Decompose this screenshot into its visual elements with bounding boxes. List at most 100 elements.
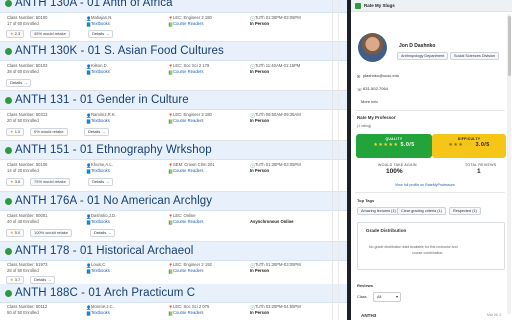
star-icon: ★ bbox=[10, 230, 14, 235]
location-icon: 📍 bbox=[168, 262, 174, 268]
class-number: Class Number: 50103 bbox=[7, 63, 48, 68]
course-header[interactable]: ANTH 151 - 01 Ethnography Wrkshop bbox=[0, 141, 347, 160]
details-button[interactable]: Details → bbox=[88, 30, 114, 38]
course-details: Class Number: 50001 40 of 40 Enrolled 👤D… bbox=[0, 211, 347, 242]
location-icon: 📍 bbox=[168, 112, 174, 118]
location: LEC: Online bbox=[173, 213, 196, 218]
details-button[interactable]: Details → bbox=[6, 79, 32, 87]
course-header[interactable]: ANTH 188C - 01 Arch Practicum C bbox=[0, 284, 347, 303]
instructor-name[interactable]: Mahajan,N. bbox=[91, 15, 112, 20]
rating-badge[interactable]: ★ 3.7 bbox=[6, 276, 25, 284]
course-title[interactable]: ANTH 130K - 01 S. Asian Food Cultures bbox=[15, 45, 224, 57]
person-icon: 👤 bbox=[86, 262, 92, 268]
course-header[interactable]: ANTH 178 - 01 Historical Archaeol bbox=[0, 242, 347, 261]
schedule: TuTh 09:50AM-09:35AM bbox=[255, 112, 301, 117]
instructor-name[interactable]: Khume,A.L. bbox=[91, 162, 113, 167]
course-title[interactable]: ANTH 151 - 01 Ethnography Wrkshop bbox=[15, 144, 212, 156]
instructor-name[interactable]: Ramirez,R.K. bbox=[91, 112, 116, 117]
rmp-profile-link[interactable]: View full profile on RateMyProfessors bbox=[395, 183, 455, 188]
enrollment-count: 38 of 50 Enrolled bbox=[7, 69, 39, 74]
open-status-icon bbox=[5, 289, 12, 297]
open-status-icon bbox=[5, 146, 12, 154]
reviews-title: Reviews bbox=[357, 283, 374, 288]
tag-chip: Respected (1) bbox=[449, 207, 481, 215]
location: LEC: Engineer 2 192 bbox=[173, 262, 212, 267]
course-title[interactable]: ANTH 130A - 01 Anth of Africa bbox=[15, 0, 173, 9]
star-icon: ★ bbox=[10, 277, 14, 282]
textbooks-link[interactable]: Textbooks bbox=[91, 310, 110, 315]
class-number: Class Number: 50100 bbox=[7, 15, 48, 20]
open-status-icon bbox=[5, 96, 12, 104]
mail-icon: ✉ bbox=[357, 73, 361, 79]
app-logo-icon bbox=[355, 2, 361, 9]
instruction-mode: In Person bbox=[250, 168, 270, 173]
arrow-right-icon: → bbox=[23, 80, 28, 85]
textbooks-link[interactable]: Textbooks bbox=[91, 268, 110, 273]
class-number: Class Number: 50313 bbox=[7, 112, 48, 117]
course-header[interactable]: ANTH 176A - 01 No American Archlgy bbox=[0, 192, 347, 211]
course-title[interactable]: ANTH 178 - 01 Historical Archaeol bbox=[15, 245, 193, 257]
details-button[interactable]: Details → bbox=[88, 178, 114, 186]
clock-icon: 🕑 bbox=[250, 262, 256, 268]
book-icon: 📘 bbox=[86, 69, 92, 75]
textbooks-link[interactable]: Textbooks bbox=[91, 118, 110, 123]
course-header[interactable]: ANTH 131 - 01 Gender in Culture bbox=[0, 91, 347, 110]
rating-badge[interactable]: ★ 2.3 bbox=[6, 30, 25, 38]
clock-icon: 🕑 bbox=[250, 112, 256, 118]
instructor-name[interactable]: Kilson,D. bbox=[91, 63, 108, 68]
schedule: TuTh 11:40AM-01:15PM bbox=[255, 63, 301, 68]
location-icon: 📍 bbox=[168, 15, 174, 21]
open-status-icon bbox=[5, 47, 12, 55]
details-button[interactable]: Details → bbox=[84, 128, 110, 136]
course-header[interactable]: ANTH 130K - 01 S. Asian Food Cultures bbox=[0, 42, 347, 61]
panel-header: Rate My Slugs bbox=[351, 0, 512, 12]
difficulty-label: DIFFICULTY bbox=[457, 137, 481, 141]
instructor-name[interactable]: Dashnko,J.D. bbox=[91, 213, 116, 218]
location: LEC: Soc Sci 2 075 bbox=[173, 304, 210, 309]
course-details: Class Number: 50313 20 of 50 Enrolled 👤R… bbox=[0, 110, 347, 141]
textbooks-link[interactable]: Textbooks bbox=[91, 21, 110, 26]
class-number: Class Number: 50001 bbox=[7, 213, 48, 218]
divider bbox=[355, 192, 505, 193]
professor-email[interactable]: jdashnko@ucsc.edu bbox=[363, 73, 399, 78]
details-button[interactable]: Details → bbox=[90, 229, 116, 237]
panel-scrollbar[interactable] bbox=[507, 14, 511, 314]
textbooks-link[interactable]: Textbooks bbox=[91, 69, 110, 74]
textbooks-link[interactable]: Textbooks bbox=[91, 219, 110, 224]
scrollbar-thumb[interactable] bbox=[507, 16, 511, 76]
course-readers-link[interactable]: Course Readers bbox=[173, 69, 204, 74]
open-status-icon bbox=[5, 0, 12, 7]
class-filter-select[interactable]: All ▾ bbox=[373, 292, 401, 302]
instructor-name[interactable]: Louis,C. bbox=[91, 262, 106, 267]
person-icon: 👤 bbox=[86, 63, 92, 69]
location: LEC: Engineer 2 180 bbox=[173, 112, 212, 117]
course-title[interactable]: ANTH 188C - 01 Arch Practicum C bbox=[15, 287, 195, 299]
instructor-name[interactable]: Monroe,J.C. bbox=[91, 304, 114, 309]
professor-phone: 831-502-7064 bbox=[363, 86, 388, 91]
location-icon: 📍 bbox=[168, 63, 174, 69]
course-readers-link[interactable]: Course Readers bbox=[173, 310, 204, 315]
course-readers-link[interactable]: Course Readers bbox=[173, 219, 204, 224]
location-icon: 📍 bbox=[168, 213, 174, 219]
retake-label: WOULD TAKE AGAIN bbox=[378, 163, 417, 167]
rating-badge[interactable]: ★ 3.8 bbox=[6, 178, 25, 186]
course-readers-link[interactable]: Course Readers bbox=[173, 268, 204, 273]
course-readers-link[interactable]: Course Readers bbox=[173, 168, 204, 173]
arrow-right-icon: → bbox=[107, 230, 112, 235]
details-button[interactable]: Details → bbox=[30, 276, 56, 284]
rating-badge[interactable]: ★ 5.0 bbox=[6, 229, 25, 237]
more-info-link[interactable]: More info bbox=[361, 99, 378, 104]
person-icon: 👤 bbox=[86, 162, 92, 168]
course-readers-link[interactable]: Course Readers bbox=[173, 21, 204, 26]
textbooks-link[interactable]: Textbooks bbox=[91, 168, 110, 173]
retake-value: 100% bbox=[386, 168, 403, 175]
book-icon: 📘 bbox=[86, 21, 92, 27]
rating-badge[interactable]: ★ 1.0 bbox=[6, 128, 25, 136]
course-header[interactable]: ANTH 130A - 01 Anth of Africa bbox=[0, 0, 347, 13]
professor-name: Jon D Dashnko bbox=[399, 43, 436, 49]
grade-distribution-empty: course combination. bbox=[412, 251, 444, 255]
course-title[interactable]: ANTH 131 - 01 Gender in Culture bbox=[15, 94, 189, 106]
course-title[interactable]: ANTH 176A - 01 No American Archlgy bbox=[15, 195, 212, 207]
clock-icon: 🕑 bbox=[250, 63, 256, 69]
course-readers-link[interactable]: Course Readers bbox=[173, 118, 204, 123]
